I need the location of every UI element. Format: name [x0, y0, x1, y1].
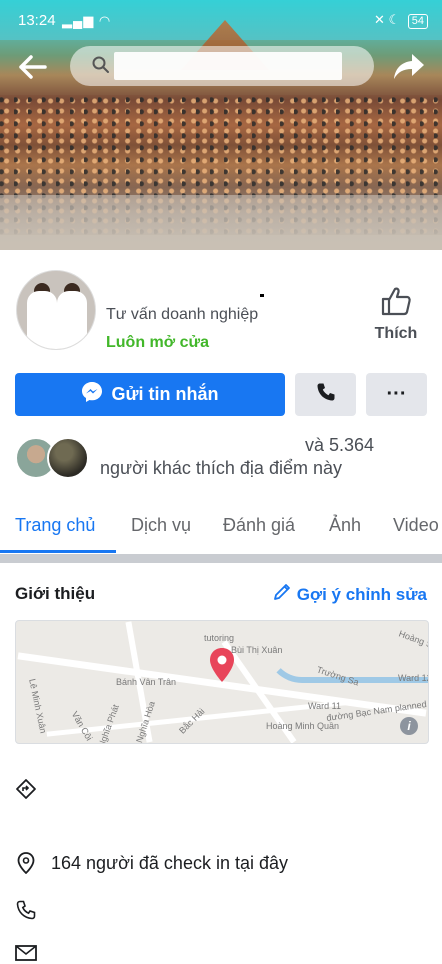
avatar-person-body [27, 291, 57, 349]
tab-home[interactable]: Trang chủ [15, 515, 95, 536]
avatar-person-body [57, 291, 87, 349]
thumbs-up-icon [380, 287, 412, 320]
suggest-edit-link[interactable]: Gợi ý chỉnh sửa [273, 583, 427, 606]
liker-avatar [47, 437, 89, 479]
map-label: tutoring [204, 633, 235, 643]
intro-heading: Giới thiệu [15, 584, 96, 603]
directions-row[interactable] [15, 778, 37, 800]
section-divider [0, 554, 442, 563]
map-label: Ward 12 [398, 673, 429, 683]
location-map[interactable]: tutoring Bánh Vân Trân Ward 12 Ward 11 T… [15, 620, 429, 744]
mute-icon: ✕ [373, 12, 385, 27]
phone-row[interactable] [15, 899, 37, 921]
page-name-redacted [260, 294, 264, 297]
avatar[interactable] [16, 270, 96, 350]
phone-icon [316, 382, 336, 407]
phone-outline-icon [15, 899, 37, 921]
tab-services[interactable]: Dịch vụ [131, 515, 191, 536]
search-redacted-text [114, 52, 342, 80]
likers-summary[interactable]: và 5.364 người khác thích địa điểm này [15, 435, 435, 485]
map-label: Bùi Thị Xuân [231, 645, 283, 655]
email-row[interactable] [15, 942, 37, 964]
tab-photos[interactable]: Ảnh [329, 515, 361, 536]
map-info-icon[interactable]: i [400, 717, 418, 735]
tab-reviews[interactable]: Đánh giá [223, 515, 295, 536]
map-pin-icon [208, 647, 236, 688]
status-bar: 13:24 ▂▄▆ ◠ ✕ ☾ 54 [0, 0, 442, 40]
status-time: 13:24 [18, 12, 56, 29]
signal-icon: ▂▄▆ ◠ [62, 13, 112, 28]
suggest-edit-label: Gợi ý chỉnh sửa [296, 584, 427, 604]
search-icon [92, 56, 110, 79]
location-pin-icon [15, 852, 37, 874]
more-dots-icon: ··· [386, 383, 407, 405]
likers-text: người khác thích địa điểm này [100, 458, 342, 478]
map-label: Bánh Vân Trân [116, 677, 177, 687]
likers-count: và 5.364 [305, 435, 375, 455]
search-bar[interactable] [70, 46, 374, 86]
call-button[interactable] [295, 373, 356, 416]
status-right: ✕ ☾ 54 [374, 12, 428, 29]
open-status: Luôn mở cửa [106, 334, 209, 351]
pencil-icon [273, 583, 297, 606]
map-label: Ward 11 [308, 701, 342, 711]
moon-icon: ☾ [388, 12, 401, 27]
like-label: Thích [374, 325, 418, 342]
checkin-row: 164 người đã check in tại đây [15, 852, 288, 874]
cover-ground [0, 195, 442, 250]
share-icon[interactable] [392, 52, 426, 82]
checkin-text: 164 người đã check in tại đây [51, 852, 288, 873]
messenger-icon [81, 381, 111, 408]
battery-icon: 54 [407, 14, 428, 29]
map-label: Hoàng Minh Quần [266, 721, 340, 731]
active-tab-indicator [0, 550, 116, 553]
page-tabs: Trang chủ Dịch vụ Đánh giá Ảnh Video [0, 500, 442, 555]
send-message-button[interactable]: Gửi tin nhắn [15, 373, 285, 416]
page-category: Tư vấn doanh nghiệp [106, 306, 259, 323]
like-button[interactable]: Thích [366, 286, 426, 343]
envelope-icon [15, 942, 37, 964]
send-message-label: Gửi tin nhắn [111, 384, 219, 404]
directions-icon [15, 778, 37, 800]
top-nav [0, 42, 442, 92]
tab-videos[interactable]: Video [393, 515, 439, 536]
map-label: Lê Minh Xuân [27, 677, 49, 735]
more-options-button[interactable]: ··· [366, 373, 427, 416]
back-arrow-icon[interactable] [18, 54, 48, 80]
